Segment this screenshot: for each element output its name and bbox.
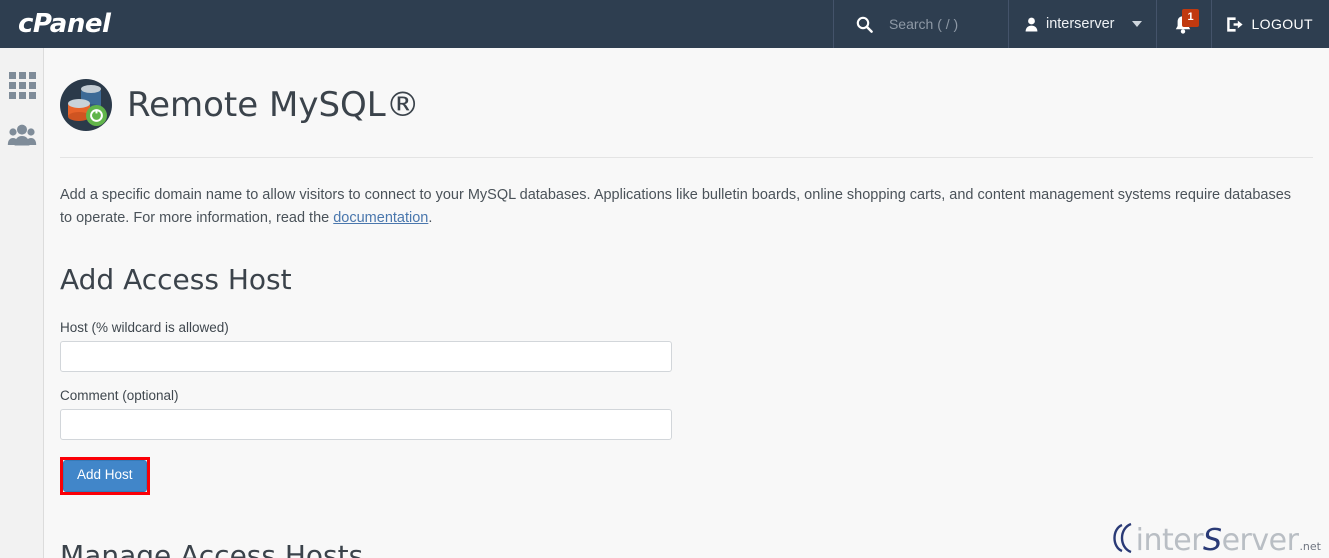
cpanel-logo[interactable]: cPanel: [0, 0, 140, 48]
notifications-button[interactable]: 1: [1156, 0, 1211, 48]
left-sidebar: [0, 48, 44, 558]
user-icon: [1025, 17, 1038, 32]
main-content: Remote MySQL® Add a specific domain name…: [44, 48, 1329, 558]
logout-label: LOGOUT: [1251, 16, 1313, 32]
comment-field-label: Comment (optional): [60, 388, 179, 404]
add-host-highlight-box: Add Host: [60, 457, 150, 496]
grid-icon: [8, 71, 36, 99]
sidebar-item-apps[interactable]: [0, 60, 44, 110]
user-name-label: interserver: [1045, 16, 1115, 32]
search-input[interactable]: Search ( / ): [889, 16, 958, 32]
header-spacer: [140, 0, 833, 48]
add-access-host-heading: Add Access Host: [60, 263, 292, 297]
logout-icon: [1226, 16, 1244, 33]
sidebar-item-user-manager[interactable]: [0, 110, 44, 160]
top-header-bar: cPanel Search ( / ) interserver 1 LOGOUT: [0, 0, 1329, 48]
title-divider: [60, 156, 1313, 158]
user-menu[interactable]: interserver: [1007, 0, 1157, 48]
add-access-host-form: Host (% wildcard is allowed) Comment (op…: [44, 320, 1329, 496]
plug-connector-icon: [86, 105, 107, 127]
search-box[interactable]: Search ( / ): [832, 0, 1008, 48]
manage-access-hosts-heading: Manage Access Hosts: [60, 539, 364, 558]
logout-button[interactable]: LOGOUT: [1211, 0, 1329, 48]
cpanel-logo-text: cPanel: [18, 9, 111, 39]
remote-mysql-icon: [60, 79, 112, 132]
page-header: Remote MySQL®: [44, 48, 1329, 147]
host-input[interactable]: [60, 341, 672, 373]
page-title: Remote MySQL®: [127, 84, 420, 125]
description-text-part-1: Add a specific domain name to allow visi…: [60, 187, 1292, 226]
bell-icon: 1: [1173, 9, 1199, 37]
add-host-button[interactable]: Add Host: [63, 460, 147, 493]
search-icon: [856, 16, 873, 33]
host-field-label: Host (% wildcard is allowed): [60, 320, 229, 336]
notification-count-badge: 1: [1182, 9, 1199, 27]
users-icon: [7, 124, 37, 146]
documentation-link[interactable]: documentation: [333, 210, 428, 226]
page-description: Add a specific domain name to allow visi…: [44, 172, 1314, 229]
chevron-down-icon: [1132, 21, 1143, 27]
description-text-part-2: .: [428, 209, 433, 226]
comment-input[interactable]: [60, 409, 672, 441]
